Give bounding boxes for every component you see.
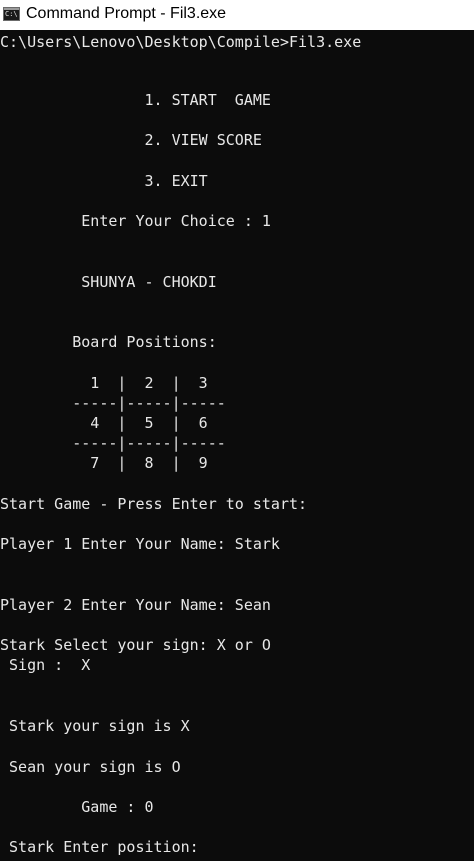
choice-prompt: Enter Your Choice : 1	[0, 212, 271, 230]
board-separator-2: -----|-----|-----	[0, 434, 226, 452]
sign-select-prompt: Stark Select your sign: X or O	[0, 636, 271, 654]
board-row-2: 4 | 5 | 6	[0, 414, 208, 432]
board-separator-1: -----|-----|-----	[0, 394, 226, 412]
prompt-command-line: C:\Users\Lenovo\Desktop\Compile>Fil3.exe	[0, 33, 362, 51]
menu-exit: 3. EXIT	[0, 172, 208, 190]
game-name: SHUNYA - CHOKDI	[0, 273, 217, 291]
player2-sign-line: Sean your sign is O	[0, 758, 181, 776]
menu-start-game: 1. START GAME	[0, 91, 271, 109]
window-title: Command Prompt - Fil3.exe	[26, 5, 227, 22]
player2-name-prompt: Player 2 Enter Your Name: Sean	[0, 596, 271, 614]
position-prompt: Stark Enter position:	[0, 838, 199, 856]
title-bar[interactable]: C:\. Command Prompt - Fil3.exe	[0, 0, 474, 30]
board-row-1: 1 | 2 | 3	[0, 374, 208, 392]
board-row-3: 7 | 8 | 9	[0, 454, 208, 472]
cmd-icon: C:\.	[3, 7, 20, 21]
command-prompt-window: C:\. Command Prompt - Fil3.exe C:\Users\…	[0, 0, 474, 861]
sign-input-line: Sign : X	[0, 656, 91, 674]
player1-name-prompt: Player 1 Enter Your Name: Stark	[0, 535, 280, 553]
player1-sign-line: Stark your sign is X	[0, 717, 190, 735]
menu-view-score: 2. VIEW SCORE	[0, 131, 262, 149]
game-counter-line: Game : 0	[0, 798, 154, 816]
console-output[interactable]: C:\Users\Lenovo\Desktop\Compile>Fil3.exe…	[0, 30, 474, 861]
board-heading: Board Positions:	[0, 333, 217, 351]
start-game-prompt: Start Game - Press Enter to start:	[0, 495, 308, 513]
